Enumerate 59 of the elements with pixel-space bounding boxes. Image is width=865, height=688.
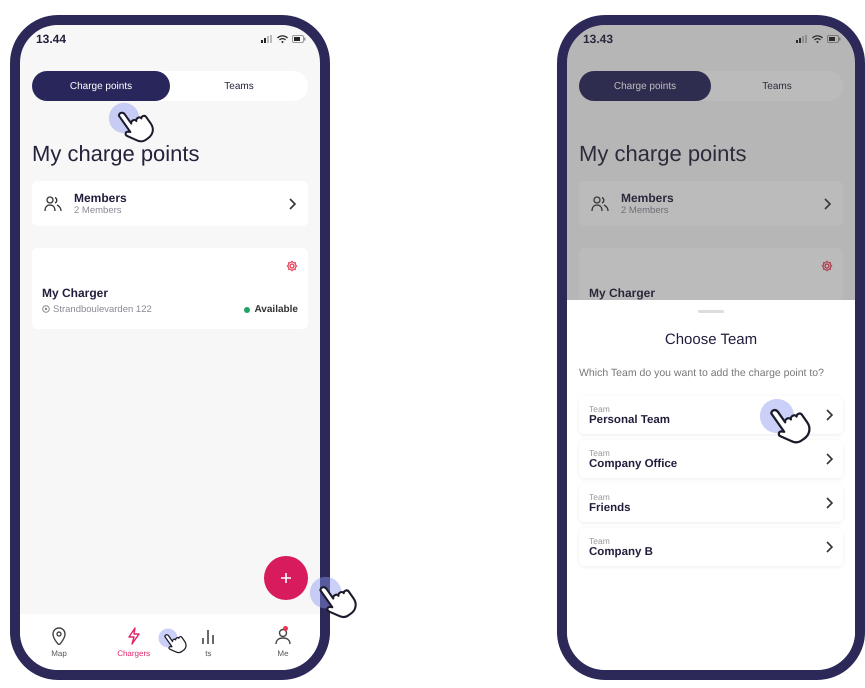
person-icon [274,626,292,644]
team-option[interactable]: Team Company B [579,528,843,566]
status-time: 13.44 [36,32,66,46]
page-title: My charge points [32,141,201,167]
wifi-icon [812,35,823,43]
chevron-right-icon [825,453,833,466]
team-option[interactable]: Team Company Office [579,440,843,478]
chevron-right-icon [825,409,833,422]
gear-icon[interactable] [821,260,833,272]
tab[interactable]: Teams [711,71,843,101]
battery-icon [827,35,841,43]
charger-name: My Charger [589,286,656,300]
team-name: Company B [589,546,654,558]
plus-icon [280,572,292,584]
tab[interactable]: Charge points [32,71,170,101]
charger-name: My Charger [42,286,110,300]
members-title: Members [74,191,128,205]
sheet-handle[interactable] [698,310,724,313]
map-pin-icon [50,626,68,644]
tab-bar-item[interactable]: Map [36,614,82,670]
chevron-right-icon [288,198,296,210]
team-name: Personal Team [589,414,671,426]
charger-status: Available [254,304,298,315]
charger-card[interactable]: My Charger Strandboulevarden 122 Available [32,248,308,329]
members-count: 2 Members [74,205,123,216]
charger-address: Strandboulevarden 122 [53,304,152,315]
status-time: 13.43 [583,32,614,46]
team-name: Friends [589,502,632,514]
sheet-description: Which Team do you want to add the charge point to? [579,366,825,380]
tab-bar-item[interactable]: Chargers [110,614,157,670]
tab-bar-item[interactable]: Me [260,614,306,670]
battery-icon [292,35,306,43]
members-title: Members [621,191,675,205]
team-label: Team [589,536,611,546]
team-option[interactable]: Team Personal Team [579,396,843,434]
team-option[interactable]: Team Friends [579,484,843,522]
tab[interactable]: Teams [170,71,308,101]
chevron-right-icon [825,497,833,510]
sheet-title: Choose Team [664,331,758,348]
team-name: Company Office [589,458,678,470]
team-label: Team [589,492,611,502]
tab-bar-item[interactable]: ts [185,614,232,670]
wifi-icon [277,35,288,43]
tab[interactable]: Charge points [579,71,711,101]
members-card[interactable]: Members 2 Members [32,181,308,226]
add-button[interactable] [264,556,308,600]
people-icon [44,196,62,212]
members-card[interactable]: Members 2 Members [579,181,843,226]
signal-icon [261,35,273,43]
page-title: My charge points [579,141,748,167]
team-label: Team [589,404,611,414]
signal-icon [796,35,808,43]
team-label: Team [589,448,611,458]
members-count: 2 Members [621,205,670,216]
location-pin-icon [42,305,50,314]
chevron-right-icon [825,541,833,554]
chevron-right-icon [823,198,831,210]
people-icon [591,196,609,212]
gear-icon[interactable] [286,260,298,272]
